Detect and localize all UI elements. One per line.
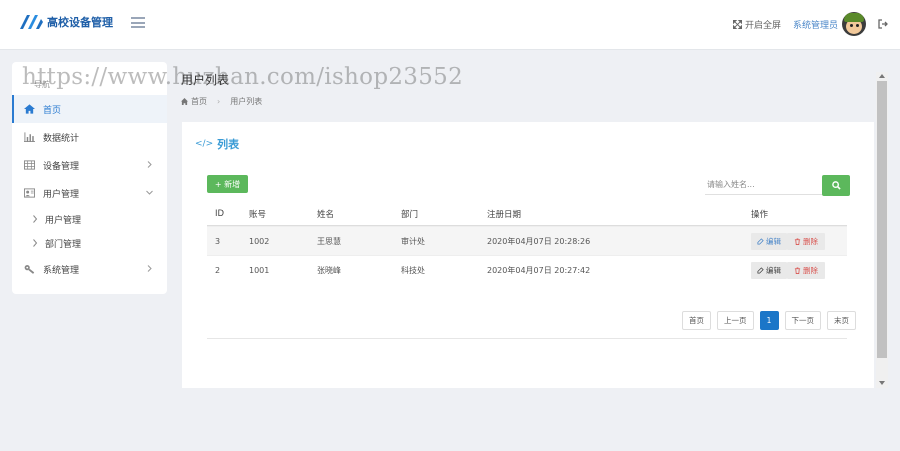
scroll-down-icon[interactable] (879, 381, 885, 385)
cell-dept: 科技处 (401, 265, 425, 275)
cell-dept: 审计处 (401, 236, 425, 246)
sidebar-subitem-label: 用户管理 (45, 215, 82, 226)
chevron-right-icon (147, 161, 152, 168)
search-input[interactable] (705, 175, 822, 195)
page-next-button[interactable]: 下一页 (784, 311, 821, 330)
sidebar-item-home[interactable]: 首页 (12, 95, 167, 123)
breadcrumb: 首页 › 用户列表 (181, 96, 262, 107)
top-header: 高校设备管理 开启全屏 系统管理员 (0, 0, 900, 50)
avatar[interactable] (842, 12, 866, 36)
chevron-right-icon (33, 215, 38, 223)
table-row: 3 1002 王思慧 审计处 2020年04月07日 20:28:26 编辑 删… (207, 226, 847, 255)
app-logo[interactable]: 高校设备管理 (18, 13, 113, 31)
cell-account: 1002 (249, 236, 270, 246)
trash-icon (794, 266, 801, 274)
scroll-up-icon[interactable] (879, 74, 885, 78)
sidebar-subitem-label: 部门管理 (45, 239, 82, 250)
delete-button[interactable]: 删除 (787, 261, 825, 279)
cell-date: 2020年04月07日 20:27:42 (487, 265, 591, 275)
sidebar-item-label: 用户管理 (43, 189, 80, 200)
sidebar-item-label: 系统管理 (43, 265, 80, 276)
trash-icon (794, 237, 801, 245)
col-header: ID (215, 208, 225, 219)
list-card: </> 列表 + 新增 ID 账号 姓名 部门 注册日期 操作 3 1002 王… (182, 122, 874, 388)
delete-label: 删除 (803, 265, 818, 275)
sidebar: 导航 首页 数据统计 设备管理 用户管理 用户管理 部门管理 系统管理 (12, 62, 167, 294)
logo-icon (20, 15, 43, 29)
user-table: ID 账号 姓名 部门 注册日期 操作 3 1002 王思慧 审计处 2020年… (207, 202, 847, 284)
sidebar-item-label: 数据统计 (43, 133, 80, 144)
scroll-thumb[interactable] (877, 81, 887, 358)
col-header: 操作 (751, 209, 769, 220)
user-name[interactable]: 系统管理员 (793, 18, 838, 31)
sidebar-subitem-dept-manage[interactable]: 部门管理 (12, 231, 167, 255)
cell-id: 3 (215, 236, 221, 246)
table-header: ID 账号 姓名 部门 注册日期 操作 (207, 202, 847, 226)
expand-icon (732, 19, 742, 29)
table-icon (24, 160, 35, 170)
sidebar-item-equipment[interactable]: 设备管理 (12, 151, 167, 179)
scrollbar[interactable] (876, 72, 888, 388)
pagination: 首页 上一页 1 下一页 末页 (676, 311, 856, 330)
search-icon (831, 181, 841, 190)
watermark: https://www.huzhan.com/ishop23552 (22, 64, 464, 90)
fullscreen-label: 开启全屏 (744, 20, 781, 31)
bar-chart-icon (24, 132, 35, 142)
breadcrumb-home[interactable]: 首页 (191, 96, 207, 107)
sidebar-item-label: 设备管理 (43, 161, 80, 172)
breadcrumb-current: 用户列表 (230, 97, 263, 106)
cell-date: 2020年04月07日 20:28:26 (487, 236, 591, 246)
edit-button[interactable]: 编辑 (751, 232, 787, 250)
menu-toggle-icon[interactable] (131, 17, 145, 28)
table-row: 2 1001 张晓峰 科技处 2020年04月07日 20:27:42 编辑 删… (207, 255, 847, 284)
delete-label: 删除 (803, 236, 818, 246)
edit-icon (757, 237, 764, 245)
delete-button[interactable]: 删除 (787, 232, 825, 250)
page-first-button[interactable]: 首页 (682, 311, 711, 330)
home-icon (181, 98, 188, 105)
home-icon (24, 104, 35, 114)
edit-button[interactable]: 编辑 (751, 261, 787, 279)
cell-account: 1001 (249, 265, 270, 275)
card-title-text: 列表 (217, 138, 240, 151)
wrench-icon (24, 265, 35, 274)
fullscreen-button[interactable]: 开启全屏 (732, 18, 781, 31)
chevron-right-icon (147, 265, 152, 272)
sidebar-item-system[interactable]: 系统管理 (12, 255, 167, 283)
code-icon: </> (195, 139, 214, 149)
col-header: 部门 (401, 209, 419, 220)
search-button[interactable] (822, 175, 850, 196)
sidebar-subitem-user-manage[interactable]: 用户管理 (12, 207, 167, 231)
divider (207, 338, 847, 339)
sidebar-item-stats[interactable]: 数据统计 (12, 123, 167, 151)
chevron-right-icon (33, 239, 38, 247)
cell-name: 张晓峰 (317, 265, 341, 275)
sidebar-item-label: 首页 (43, 105, 62, 116)
sidebar-item-users[interactable]: 用户管理 (12, 179, 167, 207)
page-last-button[interactable]: 末页 (827, 311, 856, 330)
user-icon (24, 188, 35, 198)
edit-label: 编辑 (766, 265, 781, 275)
cell-id: 2 (215, 265, 221, 275)
edit-icon (757, 266, 764, 274)
col-header: 账号 (249, 209, 267, 220)
cell-name: 王思慧 (317, 236, 341, 246)
logout-icon[interactable] (878, 19, 888, 29)
add-button[interactable]: + 新增 (207, 175, 248, 193)
col-header: 注册日期 (487, 209, 522, 220)
edit-label: 编辑 (766, 236, 781, 246)
card-title: </> 列表 (195, 136, 239, 152)
page-current-button[interactable]: 1 (759, 311, 779, 330)
col-header: 姓名 (317, 209, 335, 220)
page-prev-button[interactable]: 上一页 (717, 311, 754, 330)
chevron-down-icon (146, 190, 153, 195)
app-name: 高校设备管理 (47, 16, 113, 29)
